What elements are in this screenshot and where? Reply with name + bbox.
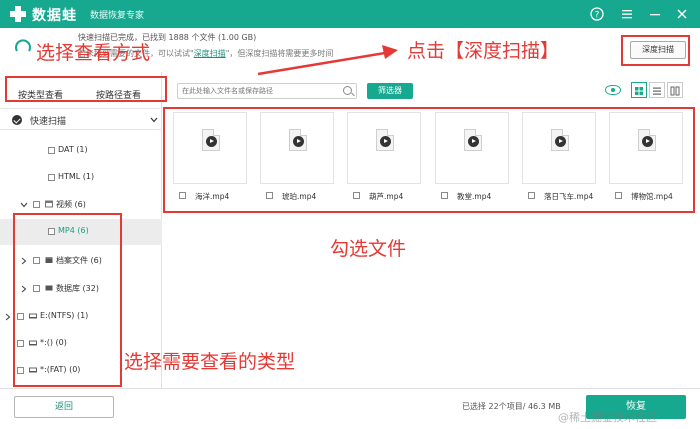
quick-scan-label: 快速扫描 bbox=[30, 117, 67, 127]
chevron-down-icon[interactable] bbox=[20, 201, 28, 209]
annotation-box-deep-scan bbox=[621, 35, 690, 66]
menu-icon[interactable] bbox=[617, 4, 637, 24]
content-toolbar: 筛选器 bbox=[163, 78, 700, 104]
bottom-bar: 返回 已选择 22个项目/ 46.3 MB 恢复 @稀土掘金技术社区 bbox=[0, 388, 700, 429]
annotation-choose-view: 选择查看方式 bbox=[36, 42, 151, 64]
minimize-icon[interactable] bbox=[645, 4, 665, 24]
chevron-down-icon bbox=[150, 117, 158, 123]
search-input[interactable] bbox=[182, 85, 342, 97]
search-icon[interactable] bbox=[343, 86, 352, 95]
tree-item-label: 视频 (6) bbox=[56, 200, 86, 209]
annotation-box-type-list bbox=[13, 213, 122, 387]
back-button[interactable]: 返回 bbox=[14, 396, 114, 418]
checkbox[interactable] bbox=[33, 201, 40, 208]
svg-text:?: ? bbox=[595, 11, 600, 21]
annotation-box-view-tabs bbox=[5, 76, 167, 102]
app-subtitle: 数据恢复专家 bbox=[90, 11, 145, 21]
tree-item-dat[interactable]: DAT (1) bbox=[0, 138, 162, 164]
check-circle-icon bbox=[12, 115, 22, 125]
frog-logo-icon bbox=[10, 6, 26, 22]
checkbox[interactable] bbox=[48, 147, 55, 154]
quick-scan-row[interactable]: 快速扫描 bbox=[0, 108, 162, 130]
video-icon bbox=[45, 200, 53, 208]
annotation-click-deep-scan: 点击【深度扫描】 bbox=[407, 40, 560, 62]
deep-scan-link[interactable]: 深度扫描 bbox=[194, 49, 226, 58]
checkbox[interactable] bbox=[48, 174, 55, 181]
app-name: 数据蛙 bbox=[32, 8, 77, 24]
watermark: @稀土掘金技术社区 bbox=[558, 411, 657, 424]
app-window: 数据蛙 数据恢复专家 ? 快速扫描已完成，已找到 1888 个文件 (1.00 … bbox=[0, 0, 700, 429]
annotation-tick-files: 勾选文件 bbox=[330, 238, 407, 260]
preview-eye-icon[interactable] bbox=[605, 85, 621, 95]
help-icon[interactable]: ? bbox=[587, 4, 607, 24]
selected-info: 已选择 22个项目/ 46.3 MB bbox=[462, 402, 561, 411]
annotation-choose-type: 选择需要查看的类型 bbox=[124, 351, 296, 373]
list-view-icon[interactable] bbox=[649, 82, 665, 98]
detail-view-icon[interactable] bbox=[667, 82, 683, 98]
scan-status-icon bbox=[15, 39, 31, 52]
annotation-box-file-grid bbox=[163, 107, 695, 213]
title-bar: 数据蛙 数据恢复专家 ? bbox=[0, 0, 700, 28]
tree-item-html[interactable]: HTML (1) bbox=[0, 165, 162, 191]
tree-item-label: HTML (1) bbox=[58, 172, 95, 181]
tree-item-label: DAT (1) bbox=[58, 145, 88, 154]
chevron-right-icon[interactable] bbox=[4, 313, 12, 321]
scan-hint-suffix: "，但深度扫描将需要更多时间 bbox=[225, 49, 334, 58]
grid-view-icon[interactable] bbox=[631, 82, 647, 98]
filter-button[interactable]: 筛选器 bbox=[367, 83, 413, 99]
close-icon[interactable] bbox=[672, 4, 692, 24]
search-box[interactable] bbox=[177, 83, 357, 99]
